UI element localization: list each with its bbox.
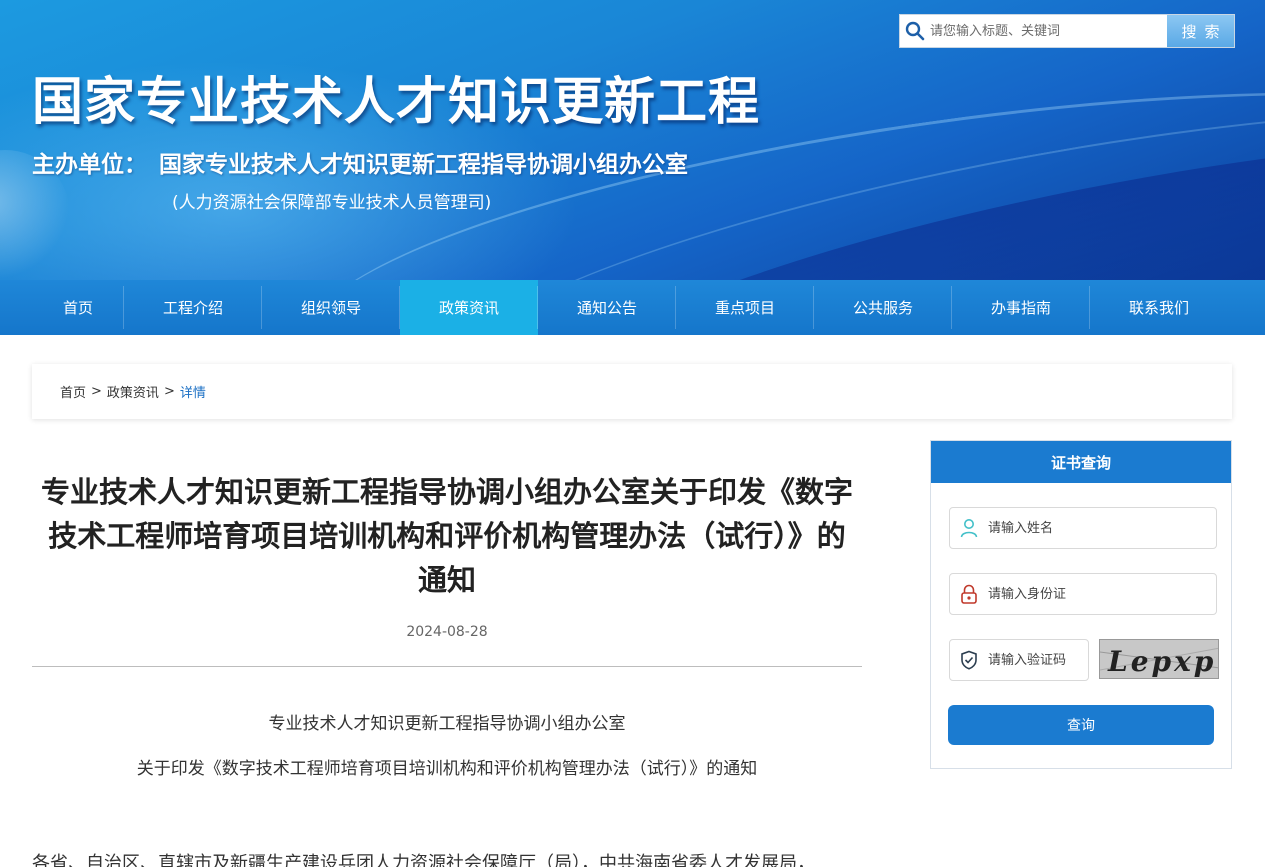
captcha-input[interactable]	[988, 642, 1084, 678]
certificate-query-panel: 证书查询 请输入姓名 请输入身份证 请输入验证码 Lepxp 查询	[930, 440, 1232, 769]
breadcrumb-home[interactable]: 首页	[60, 382, 86, 401]
breadcrumb-current: 详情	[179, 386, 206, 401]
nav-item-project-intro[interactable]: 工程介绍	[124, 280, 262, 335]
name-input[interactable]	[988, 510, 1208, 546]
certificate-query-title: 证书查询	[931, 441, 1231, 483]
breadcrumb-separator: >	[91, 384, 102, 399]
host-subtitle: (人力资源社会保障部专业技术人员管理司)	[172, 193, 492, 213]
article-heading-line2: 关于印发《数字技术工程师培育项目培训机构和评价机构管理办法（试行）》的通知	[136, 759, 758, 779]
query-button[interactable]: 查询	[948, 705, 1214, 745]
nav-item-notices[interactable]: 通知公告	[538, 280, 676, 335]
id-field	[949, 573, 1217, 615]
lock-icon	[950, 574, 988, 614]
id-number-input[interactable]	[988, 576, 1208, 612]
shield-check-icon	[950, 640, 988, 680]
nav-item-policy-news[interactable]: 政策资讯	[400, 280, 538, 335]
main-nav: 首页 工程介绍 组织领导 政策资讯 通知公告 重点项目 公共服务 办事指南 联系…	[0, 280, 1265, 335]
nav-item-key-projects[interactable]: 重点项目	[676, 280, 814, 335]
site-title: 国家专业技术人才知识更新工程	[32, 73, 761, 132]
nav-item-contact[interactable]: 联系我们	[1090, 280, 1228, 335]
nav-item-leadership[interactable]: 组织领导	[262, 280, 400, 335]
article-title: 专业技术人才知识更新工程指导协调小组办公室关于印发《数字技术工程师培育项目培训机…	[40, 475, 853, 597]
article-date: 2024-08-28	[406, 624, 488, 640]
host-label: 主办单位：	[32, 152, 147, 178]
search-button[interactable]: 搜索	[1167, 15, 1234, 47]
host-name: 国家专业技术人才知识更新工程指导协调小组办公室	[159, 152, 688, 178]
search-input[interactable]	[930, 16, 1166, 46]
breadcrumb-separator: >	[163, 384, 175, 399]
captcha-field	[949, 639, 1089, 681]
user-icon	[950, 508, 988, 548]
article-heading-line1: 专业技术人才知识更新工程指导协调小组办公室	[268, 714, 626, 734]
nav-item-public-services[interactable]: 公共服务	[814, 280, 952, 335]
name-field	[949, 507, 1217, 549]
article-divider	[32, 666, 862, 667]
breadcrumb-section[interactable]: 政策资讯	[107, 382, 159, 401]
host-line: 主办单位： 国家专业技术人才知识更新工程指导协调小组办公室	[32, 145, 688, 179]
article-body-paragraph: 各省、自治区、直辖市及新疆生产建设兵团人力资源社会保障厅（局），中共海南省委人才…	[32, 853, 815, 867]
site-banner: 国家专业技术人才知识更新工程 主办单位： 国家专业技术人才知识更新工程指导协调小组…	[0, 0, 1265, 280]
search-icon	[900, 15, 930, 47]
nav-item-home[interactable]: 首页	[32, 280, 124, 335]
search-box: 搜索	[899, 14, 1235, 48]
breadcrumb: 首页 > 政策资讯 > 详情	[32, 364, 1232, 419]
nav-item-guide[interactable]: 办事指南	[952, 280, 1090, 335]
article: 专业技术人才知识更新工程指导协调小组办公室关于印发《数字技术工程师培育项目培训机…	[32, 470, 862, 867]
captcha-image[interactable]: Lepxp	[1099, 639, 1219, 679]
captcha-text: Lepxp	[1107, 645, 1216, 678]
